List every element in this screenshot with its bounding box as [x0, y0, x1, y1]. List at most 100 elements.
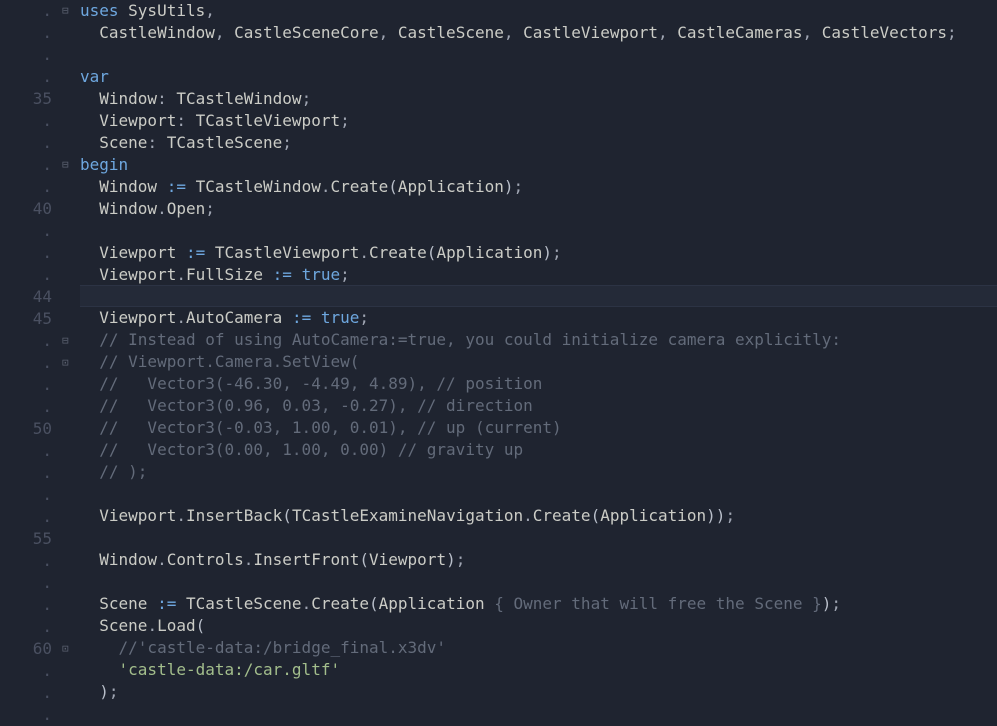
- code-line[interactable]: // Viewport.Camera.SetView(: [80, 351, 997, 373]
- code-line[interactable]: );: [80, 681, 997, 703]
- token-type: TCastleScene: [167, 133, 283, 152]
- code-line[interactable]: Scene.Load(: [80, 615, 997, 637]
- token-punc: ,: [205, 1, 215, 20]
- code-line[interactable]: [80, 220, 997, 242]
- code-line[interactable]: Window.Controls.InsertFront(Viewport);: [80, 549, 997, 571]
- token-punc: .: [176, 308, 186, 327]
- fold-marker[interactable]: ⊟: [62, 0, 80, 22]
- token-id: Window: [80, 199, 157, 218]
- fold-marker[interactable]: ⊟: [62, 330, 80, 352]
- code-line[interactable]: // Vector3(0.96, 0.03, -0.27), // direct…: [80, 395, 997, 417]
- token-asgn: :=: [157, 594, 176, 613]
- line-number: 50: [0, 418, 52, 440]
- token-punc: ,: [802, 23, 821, 42]
- code-line[interactable]: //'castle-data:/bridge_final.x3dv': [80, 637, 997, 659]
- token-paren: (: [196, 616, 206, 635]
- line-number: .: [0, 396, 52, 418]
- token-id: AutoCamera: [186, 308, 292, 327]
- token-id: [80, 682, 99, 701]
- line-number: .: [0, 154, 52, 176]
- token-punc: .: [523, 506, 533, 525]
- line-number: .: [0, 506, 52, 528]
- fold-marker: [62, 682, 80, 704]
- token-punc: ;: [514, 177, 524, 196]
- code-line[interactable]: // Vector3(0.00, 1.00, 0.00) // gravity …: [80, 439, 997, 461]
- code-editor[interactable]: ....35....40...4445....50....55....60...…: [0, 0, 997, 723]
- token-kw: begin: [80, 155, 128, 174]
- code-line[interactable]: [80, 527, 997, 549]
- token-paren: (: [369, 594, 379, 613]
- code-line[interactable]: Scene: TCastleScene;: [80, 132, 997, 154]
- token-punc: :: [157, 89, 176, 108]
- line-number: .: [0, 352, 52, 374]
- fold-marker: [62, 660, 80, 682]
- code-line[interactable]: // Vector3(-46.30, -4.49, 4.89), // posi…: [80, 373, 997, 395]
- token-paren: ): [99, 682, 109, 701]
- token-id: Window: [80, 550, 157, 569]
- token-id: CastleWindow: [80, 23, 215, 42]
- token-punc: ;: [831, 594, 841, 613]
- token-punc: ,: [658, 23, 677, 42]
- code-line[interactable]: Window := TCastleWindow.Create(Applicati…: [80, 176, 997, 198]
- line-number: .: [0, 660, 52, 682]
- line-number: .: [0, 0, 52, 22]
- code-line[interactable]: Window.Open;: [80, 198, 997, 220]
- code-line[interactable]: Window: TCastleWindow;: [80, 88, 997, 110]
- token-id: TCastleWindow: [186, 177, 321, 196]
- token-cmt: //'castle-data:/bridge_final.x3dv': [80, 638, 446, 657]
- line-number: .: [0, 220, 52, 242]
- token-paren: ): [822, 594, 832, 613]
- code-line[interactable]: Viewport: TCastleViewport;: [80, 110, 997, 132]
- code-line[interactable]: Scene := TCastleScene.Create(Application…: [80, 593, 997, 615]
- fold-marker: [62, 22, 80, 44]
- fold-marker: [62, 572, 80, 594]
- code-content[interactable]: uses SysUtils, CastleWindow, CastleScene…: [80, 0, 997, 723]
- line-number: .: [0, 616, 52, 638]
- token-punc: .: [176, 265, 186, 284]
- token-punc: ;: [947, 23, 957, 42]
- token-punc: ;: [552, 243, 562, 262]
- fold-marker: [62, 220, 80, 242]
- token-id: Scene: [80, 133, 147, 152]
- token-paren: (: [282, 506, 292, 525]
- line-number-gutter: ....35....40...4445....50....55....60...: [0, 0, 62, 723]
- fold-marker[interactable]: ⊟: [62, 154, 80, 176]
- token-punc: ,: [504, 23, 523, 42]
- token-asgn: :=: [273, 265, 292, 284]
- code-line[interactable]: // );: [80, 461, 997, 483]
- code-line[interactable]: [80, 44, 997, 66]
- token-id: Application: [379, 594, 495, 613]
- fold-marker: [62, 374, 80, 396]
- fold-marker: [62, 198, 80, 220]
- code-line[interactable]: uses SysUtils,: [80, 0, 997, 22]
- code-line[interactable]: // Vector3(-0.03, 1.00, 0.01), // up (cu…: [80, 417, 997, 439]
- code-line[interactable]: Viewport.AutoCamera := true;: [80, 307, 997, 329]
- code-line[interactable]: var: [80, 66, 997, 88]
- fold-marker: [62, 462, 80, 484]
- token-punc: .: [359, 243, 369, 262]
- token-id: TCastleExamineNavigation: [292, 506, 523, 525]
- code-line[interactable]: [80, 703, 997, 725]
- code-line[interactable]: Viewport.FullSize := true;: [80, 264, 997, 286]
- code-line[interactable]: [80, 571, 997, 593]
- token-paren: ): [542, 243, 552, 262]
- code-line[interactable]: CastleWindow, CastleSceneCore, CastleSce…: [80, 22, 997, 44]
- code-line[interactable]: [80, 285, 997, 307]
- code-line[interactable]: begin: [80, 154, 997, 176]
- fold-marker: [62, 528, 80, 550]
- code-line[interactable]: [80, 483, 997, 505]
- line-number: 35: [0, 88, 52, 110]
- line-number: .: [0, 44, 52, 66]
- code-line[interactable]: Viewport := TCastleViewport.Create(Appli…: [80, 242, 997, 264]
- fold-marker: [62, 88, 80, 110]
- token-punc: ;: [359, 308, 369, 327]
- token-call: Open: [167, 199, 206, 218]
- fold-column[interactable]: ⊟⊟⊟⊡⊡: [62, 0, 80, 723]
- code-line[interactable]: 'castle-data:/car.gltf': [80, 659, 997, 681]
- token-id: FullSize: [186, 265, 273, 284]
- fold-marker[interactable]: ⊡: [62, 638, 80, 660]
- code-line[interactable]: Viewport.InsertBack(TCastleExamineNaviga…: [80, 505, 997, 527]
- fold-marker[interactable]: ⊡: [62, 352, 80, 374]
- line-number: 44: [0, 286, 52, 308]
- code-line[interactable]: // Instead of using AutoCamera:=true, yo…: [80, 329, 997, 351]
